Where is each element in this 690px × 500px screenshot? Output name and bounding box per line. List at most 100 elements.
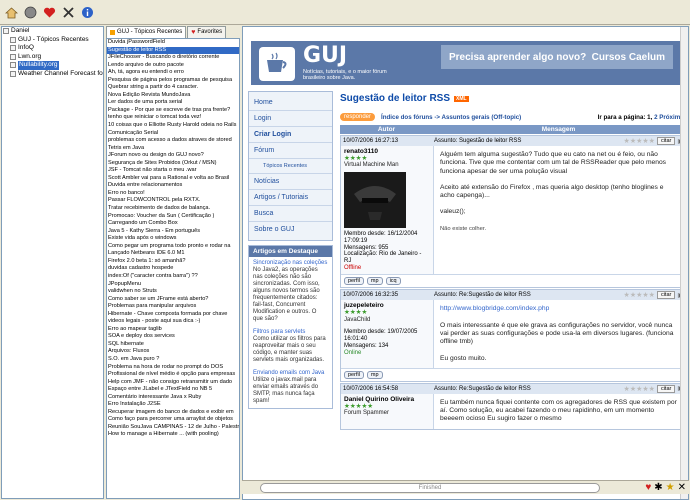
tree-item-weather[interactable]: Weather Channel Forecast for [2, 70, 103, 79]
topic-list-item[interactable]: Lançado Netbeans IDE 6.0 M1 [107, 250, 239, 258]
nav-news[interactable]: Notícias [249, 174, 332, 190]
icq-button[interactable]: icq [385, 277, 401, 286]
browser-scrollbar[interactable] [680, 27, 688, 499]
rating-stars[interactable]: ★★★★★ [624, 291, 655, 299]
quote-button[interactable]: citar [656, 137, 676, 145]
topic-title[interactable]: Sugestão de leitor RSS [340, 93, 450, 104]
tree-item-lwn[interactable]: Lwn.org [2, 53, 103, 62]
topic-list-item[interactable]: Como pegar um programa todo pronto e rod… [107, 243, 239, 251]
nav-forum[interactable]: Fórum [249, 143, 332, 159]
topic-list-item[interactable]: Como saber se um JFrame está aberto? [107, 296, 239, 304]
topic-list-item[interactable]: Package - Por que se escreve de tras pra… [107, 107, 239, 115]
topic-list-item[interactable]: Passar FLOWCONTROL pela RXTX. [107, 197, 239, 205]
topic-list-item[interactable]: Carregando um Combo Box [107, 220, 239, 228]
topic-list-item[interactable]: Comunicação Serial [107, 130, 239, 138]
home-icon[interactable] [4, 5, 19, 20]
topic-list-item[interactable]: Erro Instalação J2SE [107, 401, 239, 409]
topic-list-item[interactable]: How to manage a Hibernate ... (with pool… [107, 431, 239, 439]
topic-list-item[interactable]: Nova Edição Revista MundoJava [107, 92, 239, 100]
topic-list-item[interactable]: videos legais - poste aqui sua dica :-) [107, 318, 239, 326]
topic-list-item[interactable]: Erro ao mapear taglib [107, 326, 239, 334]
heart-icon[interactable]: ♥ [645, 482, 651, 493]
message-link[interactable]: http://www.blogbridge.com/index.php [440, 305, 677, 313]
tree-item-guj[interactable]: GUJ - Tópicos Recentes [2, 36, 103, 45]
nav-recent-topics[interactable]: Tópicos Recentes [249, 159, 332, 174]
topic-list-item[interactable]: Firefox 2.0 beta 1: só amanhã? [107, 258, 239, 266]
stop-icon[interactable] [23, 5, 38, 20]
topic-list-item[interactable]: 10 coisas que o Elliotte Rusty Harold od… [107, 122, 239, 130]
topic-list-item[interactable]: validwhen no Struts [107, 288, 239, 296]
heart-icon[interactable] [42, 5, 57, 20]
topic-list-item[interactable]: Pesquisa de página pelos programas de pe… [107, 77, 239, 85]
topic-list-item[interactable]: duvidas cadastro hospede [107, 265, 239, 273]
topic-list-item[interactable]: problemas com acesso a dados atraves de … [107, 137, 239, 145]
nav-search[interactable]: Busca [249, 206, 332, 222]
nav-home[interactable]: Home [249, 95, 332, 111]
topic-list-item[interactable]: Scott Ambler vai para a Rational e volta… [107, 175, 239, 183]
logo-title[interactable]: GUJ [303, 43, 347, 68]
topic-list-item[interactable]: Tetris em Java [107, 145, 239, 153]
topic-list-item[interactable]: JSF - Tomcat não starta o meu .war [107, 167, 239, 175]
topic-list-item[interactable]: SQL hibernate [107, 341, 239, 349]
topic-list-item[interactable]: Sugestão de leitor RSS [107, 46, 239, 55]
tree-root[interactable]: Daniel [2, 27, 103, 36]
topic-list-item[interactable]: Lendo arquivo de outro pacote [107, 62, 239, 70]
tab-favorites[interactable]: ♥ Favorites [187, 26, 227, 38]
pm-button[interactable]: mp [366, 370, 383, 379]
info-icon[interactable] [80, 5, 95, 20]
topic-list-item[interactable]: SOA e deploy dos services [107, 333, 239, 341]
topic-list-item[interactable]: Duvida entre relacionamentos [107, 182, 239, 190]
tree-item-nullability[interactable]: Nullability.org [2, 61, 103, 70]
pm-button[interactable]: mp [366, 277, 383, 286]
quote-button[interactable]: citar [656, 384, 676, 393]
featured-link[interactable]: Sincronização nas coleções [253, 260, 328, 267]
topic-list-item[interactable]: Profissional de nível médio é opção para… [107, 371, 239, 379]
rating-stars[interactable]: ★★★★★ [624, 385, 655, 393]
topic-list-item[interactable]: Existe vida após o windows [107, 235, 239, 243]
topic-list-item[interactable]: Erro no banco! [107, 190, 239, 198]
featured-link[interactable]: Enviando emails com Java [253, 370, 328, 377]
topic-list-item[interactable]: Recuperar imagem do banco de dados e exi… [107, 409, 239, 417]
star-icon[interactable]: ★ [666, 482, 675, 493]
nav-create-login[interactable]: Criar Login [249, 127, 332, 143]
topic-list-item[interactable]: Duvida jPasswordField [107, 39, 239, 47]
topic-list-item[interactable]: index:Of ("caracter contra barra") ?? [107, 273, 239, 281]
topic-list-item[interactable]: Problema na hora de rodar no prompt do D… [107, 364, 239, 372]
topic-list-item[interactable]: Help com JMF - não consigo retransmitir … [107, 379, 239, 387]
rating-stars[interactable]: ★★★★★ [624, 137, 655, 145]
topic-list-item[interactable]: Segurança de Sites Probidos (Orkut / MSN… [107, 160, 239, 168]
ad-banner[interactable]: Precisa aprender algo novo? Cursos Caelu… [441, 45, 673, 69]
gear-icon[interactable]: ✱ [654, 482, 662, 493]
topic-list-item[interactable]: Ler dados de uma porta serial [107, 99, 239, 107]
topic-list-item[interactable]: Reunião SouJava CAMPINAS - 12 de Julho -… [107, 424, 239, 432]
reply-button[interactable]: responder [340, 113, 376, 121]
featured-link[interactable]: Filtros para servlets [253, 329, 328, 336]
tools-icon[interactable] [61, 5, 76, 20]
topic-list-item[interactable]: Quebrar string a partir do 4 caracter. [107, 84, 239, 92]
breadcrumb[interactable]: Índice dos fóruns -> Assuntos gerais (Of… [381, 114, 521, 121]
topic-list-item[interactable]: Como faço para percorrer uma arraylist d… [107, 416, 239, 424]
topic-list-item[interactable]: S.O. em Java puro ? [107, 356, 239, 364]
quote-button[interactable]: citar [656, 291, 676, 300]
profile-button[interactable]: perfil [344, 277, 364, 286]
profile-button[interactable]: perfil [344, 370, 364, 379]
topic-list-item[interactable]: JPopupMenu [107, 281, 239, 289]
tab-guj[interactable]: GUJ - Tópicos Recentes [106, 26, 187, 38]
tree-item-infoq[interactable]: InfoQ [2, 44, 103, 53]
topic-list-item[interactable]: JFileChooser - Buscando o diretório corr… [107, 54, 239, 62]
xml-badge[interactable]: XML [454, 95, 469, 102]
nav-about[interactable]: Sobre o GUJ [249, 222, 332, 237]
topic-list-item[interactable]: Hibernate - Chave composta formada por c… [107, 311, 239, 319]
nav-login[interactable]: Login [249, 111, 332, 127]
topic-list-item[interactable]: Promocao: Voucher da Sun ( Certificação … [107, 213, 239, 221]
tools-icon[interactable]: ✕ [678, 482, 686, 493]
topic-list-item[interactable]: Arquivos: Fluxos [107, 348, 239, 356]
topic-list-item[interactable]: JForum novo ou design do GUJ novo? [107, 152, 239, 160]
topic-list-item[interactable]: tenho que reiniciar o tomcat toda vez! [107, 114, 239, 122]
topic-list-item[interactable]: Espaço entre JLabel e JTextField no NB 5 [107, 386, 239, 394]
topic-list-item[interactable]: Comentário interessante Java x Ruby [107, 394, 239, 402]
topic-list-item[interactable]: Java 5 - Kathy Sierra - Em português [107, 228, 239, 236]
nav-articles[interactable]: Artigos / Tutoriais [249, 190, 332, 206]
topic-list-item[interactable]: Problemas para manipular arquivos [107, 303, 239, 311]
topic-list-item[interactable]: Tratar recebimento de dados de balança. [107, 205, 239, 213]
